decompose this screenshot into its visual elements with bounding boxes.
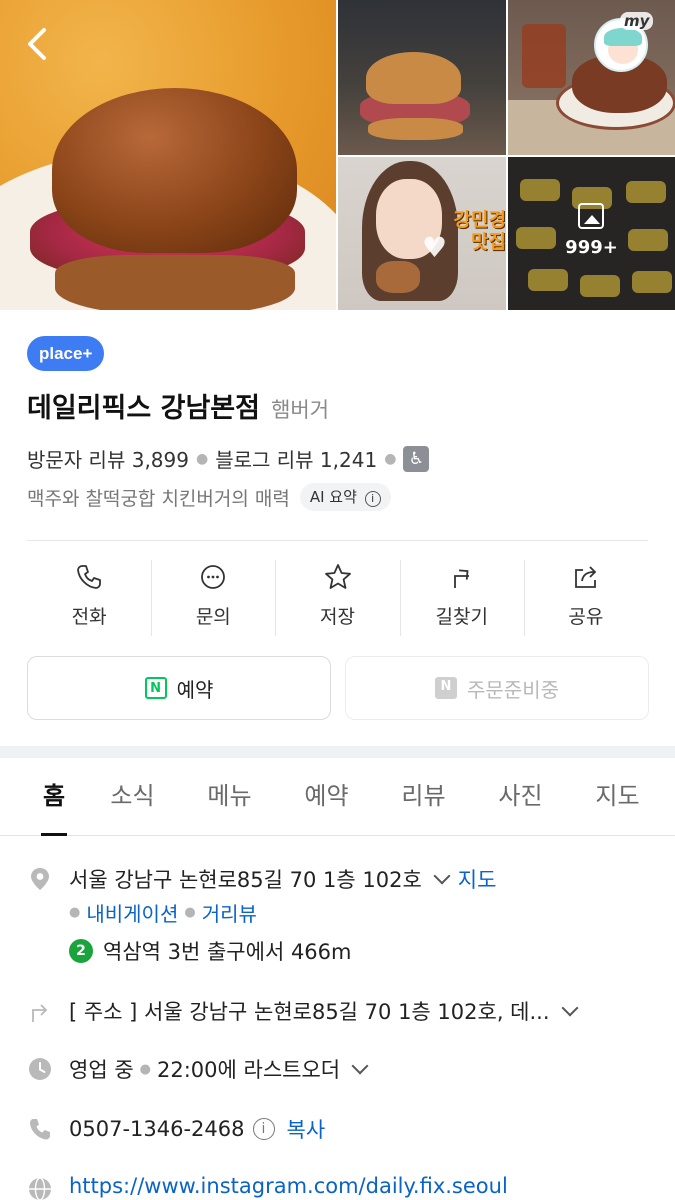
action-bar: 전화 문의 저장 길찾기 공유: [27, 558, 648, 638]
reserve-button[interactable]: N 예약: [27, 656, 331, 720]
section-gap: [0, 746, 675, 758]
info-icon: i: [364, 491, 381, 507]
separator-dot: ●: [184, 905, 196, 920]
reserve-label: 예약: [176, 677, 214, 702]
copy-link[interactable]: 복사: [287, 1114, 326, 1144]
separator-dot: ●: [384, 450, 397, 467]
action-label: 저장: [320, 606, 355, 628]
hours-text: 22:00에 라스트오더: [156, 1058, 341, 1082]
info-icon[interactable]: i: [252, 1118, 275, 1140]
heart-icon: ♥: [422, 231, 448, 264]
photo-thumb-1[interactable]: [338, 0, 506, 155]
burger-bun-bottom-shape: [55, 255, 295, 310]
address-row: 서울 강남구 논현로85길 70 1층 102호 지도: [69, 864, 496, 894]
action-inquiry-button[interactable]: 문의: [151, 558, 275, 638]
order-label: 주문준비중: [467, 677, 559, 702]
tab-photos[interactable]: 사진: [472, 758, 569, 835]
review-summary: 방문자 리뷰 3,899 ● 블로그 리뷰 1,241 ● ♿: [27, 444, 430, 473]
place-plus-badge: place+: [27, 336, 105, 371]
action-save-button[interactable]: 저장: [275, 558, 399, 638]
chevron-down-icon[interactable]: [561, 999, 579, 1017]
divider: [27, 540, 648, 541]
clock-icon: [29, 1058, 51, 1080]
wheelchair-accessible-icon[interactable]: ♿: [403, 445, 430, 472]
order-button: N 주문준비중: [345, 656, 649, 720]
burger-bun-top-shape: [366, 52, 461, 104]
photo-thumb-2[interactable]: my: [508, 0, 675, 155]
subway-line-badge: 2: [69, 939, 93, 963]
place-category: 햄버거: [271, 398, 330, 422]
share-icon: [575, 566, 597, 588]
tab-menu[interactable]: 메뉴: [181, 758, 278, 835]
ai-summary-row: 맥주와 찰떡궁합 치킨버거의 매력 AI 요약 i: [27, 483, 391, 511]
star-icon: [324, 564, 351, 589]
visitor-reviews-link[interactable]: 방문자 리뷰 3,899: [27, 444, 189, 473]
address-links-row: ● 내비게이션 ● 거리뷰: [69, 898, 257, 927]
back-arrow-icon[interactable]: [22, 24, 58, 64]
directions-icon: [453, 569, 469, 588]
more-photos-count: 999+: [565, 237, 618, 258]
navigation-link[interactable]: 내비게이션: [86, 898, 178, 927]
chevron-down-icon[interactable]: [351, 1057, 369, 1075]
address-detail-row[interactable]: [ 주소 ] 서울 강남구 논현로85길 70 1층 102호, 데...: [69, 996, 586, 1026]
video-caption: 강민경 맛집: [453, 209, 506, 253]
photo-thumb-3[interactable]: ♥ 강민경 맛집: [338, 157, 506, 310]
action-label: 전화: [71, 606, 107, 628]
drink-cup-shape: [522, 24, 566, 88]
title-row: 데일리픽스 강남본점 햄버거: [27, 386, 329, 425]
main-photo[interactable]: [0, 0, 336, 310]
tab-bar: 홈 소식 메뉴 예약 리뷰 사진 지도: [0, 758, 675, 836]
chat-icon: [201, 565, 226, 589]
ai-summary-text: 맥주와 찰떡궁합 치킨버거의 매력: [27, 487, 290, 510]
action-label: 공유: [568, 606, 604, 628]
tab-news[interactable]: 소식: [84, 758, 181, 835]
tab-home[interactable]: 홈: [24, 758, 84, 836]
blog-reviews-link[interactable]: 블로그 리뷰 1,241: [215, 444, 377, 473]
action-label: 길찾기: [435, 606, 488, 628]
burger-shape: [376, 261, 420, 293]
tab-reviews[interactable]: 리뷰: [375, 758, 472, 835]
burger-bun-top-shape: [52, 88, 297, 253]
ai-summary-chip[interactable]: AI 요약 i: [299, 483, 391, 511]
website-link[interactable]: https://www.instagram.com/daily.fix.seou…: [69, 1174, 508, 1198]
phone-row: 0507-1346-2468 i 복사: [69, 1114, 325, 1144]
subway-text: 역삼역 3번 출구에서 466m: [103, 940, 352, 964]
phone-number[interactable]: 0507-1346-2468: [69, 1117, 245, 1141]
burger-bun-bottom-shape: [368, 118, 463, 140]
my-label[interactable]: my: [620, 12, 654, 30]
naver-order-icon: N: [435, 677, 457, 699]
subway-row: 2 역삼역 3번 출구에서 466m: [69, 936, 352, 966]
website-row: https://www.instagram.com/daily.fix.seou…: [69, 1174, 508, 1198]
avatar-hair-shape: [604, 28, 642, 46]
map-link[interactable]: 지도: [458, 864, 497, 894]
tab-reservation[interactable]: 예약: [278, 758, 375, 835]
location-pin-icon: [31, 868, 49, 890]
separator-dot: ●: [69, 905, 81, 920]
dim-overlay: [508, 157, 675, 310]
action-directions-button[interactable]: 길찾기: [399, 558, 524, 638]
action-call-button[interactable]: 전화: [27, 558, 151, 638]
turn-arrow-icon: [32, 1004, 48, 1022]
phone-icon: [30, 1119, 50, 1140]
street-view-link[interactable]: 거리뷰: [202, 898, 257, 927]
globe-icon: [29, 1177, 51, 1200]
naver-reserve-icon: N: [144, 677, 167, 699]
separator-dot: ●: [139, 1061, 151, 1077]
ai-summary-chip-label: AI 요약: [309, 488, 357, 506]
hours-status: 영업 중: [69, 1058, 134, 1082]
tab-map[interactable]: 지도: [569, 758, 666, 835]
photo-gallery[interactable]: my ♥ 강민경 맛집 999+: [0, 0, 675, 310]
action-share-button[interactable]: 공유: [523, 558, 648, 638]
phone-icon: [77, 565, 101, 589]
action-label: 문의: [195, 606, 231, 628]
address-text: 서울 강남구 논현로85길 70 1층 102호: [69, 868, 422, 892]
hours-row[interactable]: 영업 중 ● 22:00에 라스트오더: [69, 1054, 376, 1084]
address-detail-text: [ 주소 ] 서울 강남구 논현로85길 70 1층 102호, 데...: [69, 1000, 550, 1024]
photo-thumb-more[interactable]: 999+: [508, 157, 675, 310]
chevron-down-icon[interactable]: [433, 867, 451, 885]
separator-dot: ●: [195, 450, 209, 467]
place-name: 데일리픽스 강남본점: [27, 393, 260, 424]
gallery-icon: [578, 203, 604, 229]
